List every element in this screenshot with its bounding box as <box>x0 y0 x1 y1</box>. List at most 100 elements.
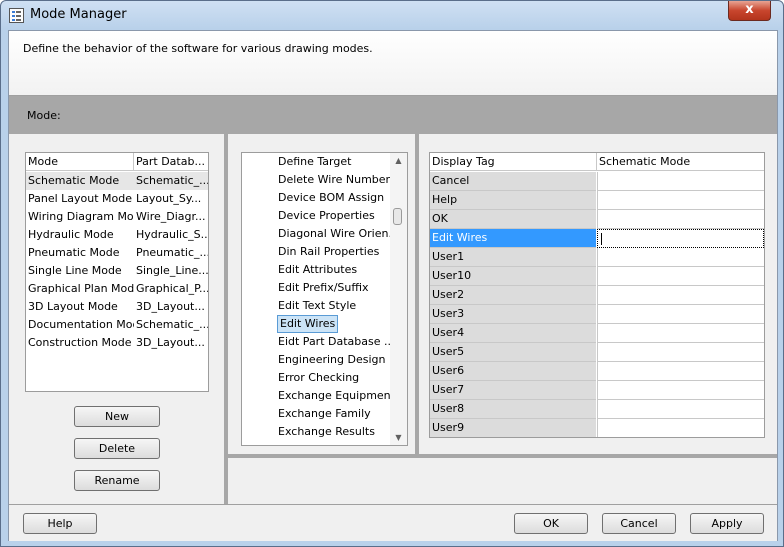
display-tag-cell[interactable]: OK <box>430 210 596 229</box>
column-header-schematic-mode[interactable]: Schematic Mode <box>597 153 764 171</box>
command-item[interactable]: Edit Text Style <box>278 297 356 315</box>
command-item[interactable]: Din Rail Properties <box>278 243 379 261</box>
tag-row[interactable]: OK <box>430 210 764 229</box>
display-tag-cell[interactable]: User2 <box>430 286 596 305</box>
delete-mode-button[interactable]: Delete <box>74 438 160 459</box>
command-item[interactable]: Device BOM Assign <box>278 189 384 207</box>
tag-row[interactable]: User8 <box>430 400 764 419</box>
mode-part-database: Hydraulic_S... <box>136 228 208 241</box>
tag-row[interactable]: User3 <box>430 305 764 324</box>
tag-row[interactable]: User7 <box>430 381 764 400</box>
command-item[interactable]: Define Target <box>278 153 351 171</box>
apply-button[interactable]: Apply <box>690 513 764 534</box>
display-tag-cell[interactable]: User7 <box>430 381 596 400</box>
command-item[interactable]: Exchange Family <box>278 405 371 423</box>
column-header-part-database[interactable]: Part Datab... <box>134 153 208 171</box>
tag-row[interactable]: User4 <box>430 324 764 343</box>
window-title: Mode Manager <box>30 7 127 22</box>
mode-row[interactable]: Schematic Mode Schematic_... <box>26 172 208 190</box>
mode-name: Panel Layout Mode <box>28 192 133 205</box>
display-tag-cell[interactable]: User3 <box>430 305 596 324</box>
display-tag-cell[interactable]: Cancel <box>430 172 596 191</box>
schematic-mode-cell[interactable] <box>597 305 764 324</box>
scroll-down-arrow-icon[interactable]: ▼ <box>394 433 403 442</box>
title-bar[interactable]: Mode Manager x <box>1 1 783 29</box>
help-button[interactable]: Help <box>23 513 97 534</box>
schematic-mode-cell[interactable] <box>597 210 764 229</box>
command-item[interactable]: Edit Wires <box>277 315 339 333</box>
tag-row[interactable]: Edit Wires <box>430 229 764 248</box>
mode-row[interactable]: 3D Layout Mode 3D_Layout... <box>26 298 208 316</box>
tag-row[interactable]: User9 <box>430 419 764 437</box>
horizontal-splitter[interactable] <box>228 454 777 458</box>
command-scrollbar[interactable]: ▲ ▼ <box>390 153 407 445</box>
display-tag-cell[interactable]: User1 <box>430 248 596 267</box>
mode-part-database: Schematic_... <box>136 174 208 187</box>
command-list[interactable]: Define Target Delete Wire Number... Device… <box>241 152 408 446</box>
tag-row[interactable]: User2 <box>430 286 764 305</box>
command-item[interactable]: Diagonal Wire Orien... <box>278 225 399 243</box>
mode-name: Hydraulic Mode <box>28 228 114 241</box>
schematic-mode-cell[interactable] <box>597 343 764 362</box>
display-tag-cell[interactable]: Edit Wires <box>430 229 596 248</box>
mode-row[interactable]: Graphical Plan Mode Graphical_P... <box>26 280 208 298</box>
ok-button[interactable]: OK <box>514 513 588 534</box>
mode-manager-window: Mode Manager x Define the behavior of th… <box>0 0 784 547</box>
display-tag-cell[interactable]: User9 <box>430 419 596 437</box>
display-tag-cell[interactable]: Help <box>430 191 596 210</box>
display-tag-cell[interactable]: User10 <box>430 267 596 286</box>
schematic-mode-cell[interactable] <box>597 324 764 343</box>
text-cursor <box>601 233 602 245</box>
mode-row[interactable]: Construction Mode 3D_Layout... <box>26 334 208 352</box>
command-item[interactable]: Engineering Design ... <box>278 351 399 369</box>
mode-row[interactable]: Single Line Mode Single_Line... <box>26 262 208 280</box>
schematic-mode-cell[interactable] <box>597 229 764 248</box>
command-item[interactable]: Edit Prefix/Suffix <box>278 279 369 297</box>
schematic-mode-cell[interactable] <box>597 172 764 191</box>
mode-row[interactable]: Documentation ModeSchematic_... <box>26 316 208 334</box>
scroll-up-arrow-icon[interactable]: ▲ <box>394 156 403 165</box>
command-item[interactable]: Edit Attributes <box>278 261 357 279</box>
command-item[interactable]: Exchange Equipmen... <box>278 387 401 405</box>
mode-name: Graphical Plan Mode <box>28 282 134 295</box>
tag-row[interactable]: User10 <box>430 267 764 286</box>
command-item[interactable]: Error Checking <box>278 369 359 387</box>
mode-list[interactable]: Mode Part Datab... Schematic Mode Schemat… <box>25 152 209 392</box>
mode-row[interactable]: Panel Layout Mode Layout_Sy... <box>26 190 208 208</box>
schematic-mode-cell[interactable] <box>597 362 764 381</box>
schematic-mode-cell[interactable] <box>597 381 764 400</box>
mode-row[interactable]: Wiring Diagram ModeWire_Diagr... <box>26 208 208 226</box>
display-tag-cell[interactable]: User8 <box>430 400 596 419</box>
cancel-button[interactable]: Cancel <box>602 513 676 534</box>
tag-row[interactable]: User6 <box>430 362 764 381</box>
command-item[interactable]: Exchange Results <box>278 423 375 441</box>
display-tag-cell[interactable]: User6 <box>430 362 596 381</box>
command-item[interactable]: Device Properties <box>278 207 375 225</box>
schematic-mode-cell[interactable] <box>597 248 764 267</box>
command-item[interactable]: Delete Wire Number... <box>278 171 400 189</box>
tag-row[interactable]: Cancel <box>430 172 764 191</box>
column-header-mode[interactable]: Mode <box>26 153 134 171</box>
schematic-mode-cell[interactable] <box>597 267 764 286</box>
display-tag-cell[interactable]: User5 <box>430 343 596 362</box>
command-item[interactable]: Export To DWG... <box>278 441 371 445</box>
display-tag-cell[interactable]: User4 <box>430 324 596 343</box>
mode-row[interactable]: Hydraulic Mode Hydraulic_S... <box>26 226 208 244</box>
tag-row[interactable]: User5 <box>430 343 764 362</box>
new-mode-button[interactable]: New <box>74 406 160 427</box>
close-icon[interactable]: x <box>745 2 753 17</box>
schematic-mode-cell[interactable] <box>597 419 764 437</box>
command-item[interactable]: Eidt Part Database ... <box>278 333 394 351</box>
schematic-mode-cell[interactable] <box>597 286 764 305</box>
schematic-mode-cell[interactable] <box>597 400 764 419</box>
mode-row[interactable]: Pneumatic Mode Pneumatic_... <box>26 244 208 262</box>
scroll-thumb[interactable] <box>393 208 402 225</box>
rename-mode-button[interactable]: Rename <box>74 470 160 491</box>
tag-row[interactable]: User1 <box>430 248 764 267</box>
tag-panel: Display Tag Schematic Mode Cancel Help OK E… <box>419 134 777 454</box>
close-button[interactable]: x <box>728 1 771 21</box>
tag-row[interactable]: Help <box>430 191 764 210</box>
column-header-display-tag[interactable]: Display Tag <box>430 153 597 171</box>
schematic-mode-cell[interactable] <box>597 191 764 210</box>
tag-grid[interactable]: Display Tag Schematic Mode Cancel Help OK E… <box>429 152 765 438</box>
